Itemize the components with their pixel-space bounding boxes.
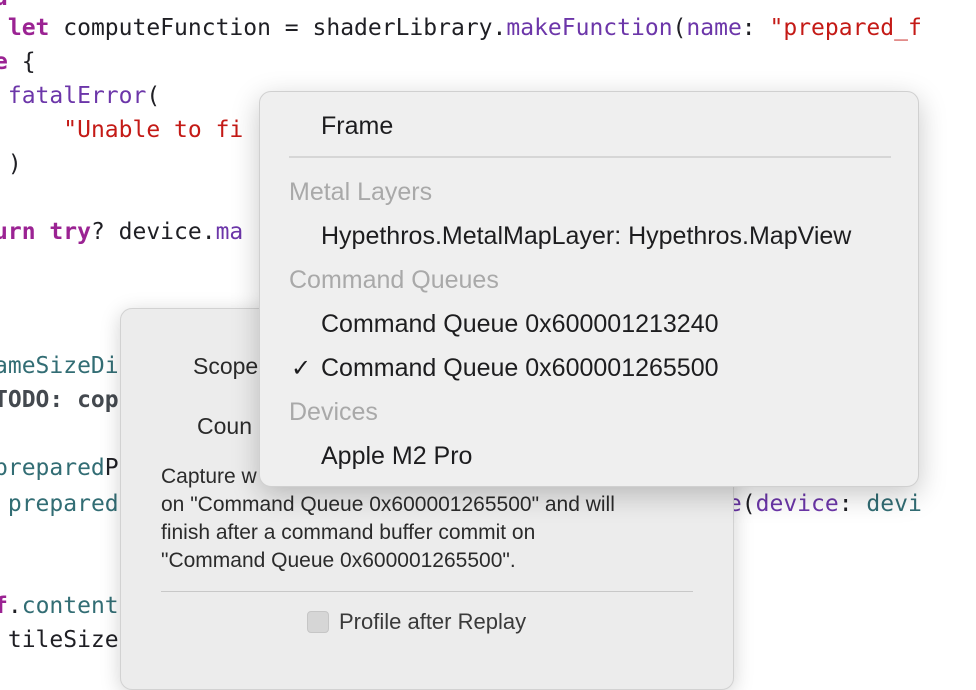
code-token: "Unable to fi [63,117,244,143]
code-token: : [838,491,867,517]
menu-item-command-queue-2[interactable]: Command Queue 0x600001265500 [321,354,719,383]
code-line: tileSize [0,624,119,656]
code-line: f.content [0,590,119,622]
code-token: ( [741,491,756,517]
checkmark-icon: ✓ [291,354,312,382]
menu-item-metal-layer[interactable]: Hypethros.MetalMapLayer: Hypethros.MapVi… [321,222,851,251]
code-token: ? device. [90,219,216,245]
menu-item-command-queue-1[interactable]: Command Queue 0x600001213240 [321,310,719,339]
code-token: ( [146,83,161,109]
code-token: "prepared_f [769,15,922,41]
menu-separator [289,156,891,158]
scope-label: Scope [193,353,259,379]
code-token: ameSizeDi [0,353,119,379]
code-line: ameSizeDi [0,350,119,382]
code-token: P [104,455,119,481]
code-token: tileSize [0,627,119,653]
menu-header-devices: Devices [289,398,378,426]
code-token: . [7,593,22,619]
code-line: let computeFunction = shaderLibrary.make… [0,12,922,44]
code-line: preparedP [0,452,119,484]
code-token: device [755,491,839,517]
code-line: fatalError( [0,80,160,112]
code-token: : [741,15,770,41]
code-token: { [7,49,36,75]
code-token: content [21,593,119,619]
code-token: d [0,0,8,11]
profile-after-replay-option[interactable]: Profile after Replay [307,609,526,635]
code-token: name [686,15,742,41]
code-token: ) [7,151,22,177]
code-token: let [7,15,50,41]
code-token: prepared [7,491,119,517]
code-line: e { [0,46,36,78]
menu-header-metal-layers: Metal Layers [289,178,433,206]
code-token: makeFunction [506,15,673,41]
code-token: f [0,593,8,619]
menu-header-command-queues: Command Queues [289,266,499,294]
code-line: TODO: cop [0,384,119,416]
code-token: devi [866,491,922,517]
code-token: computeFunction = shaderLibrary. [49,15,507,41]
code-line: ) [0,148,22,180]
profile-checkbox[interactable] [307,611,329,633]
profile-label: Profile after Replay [339,609,527,634]
code-token: ma [215,219,244,245]
menu-item-frame[interactable]: Frame [321,112,393,141]
code-token: fatalError [7,83,147,109]
capture-scope-dropdown-menu: Frame Metal Layers Hypethros.MetalMapLay… [259,91,919,487]
code-token: urn try [0,219,91,245]
code-token: e [0,49,8,75]
code-token: prepared [0,455,105,481]
code-token: ( [672,15,687,41]
count-label: Coun [197,413,252,439]
menu-item-device[interactable]: Apple M2 Pro [321,442,472,471]
divider [161,591,693,592]
code-token: TODO: cop [0,387,119,413]
